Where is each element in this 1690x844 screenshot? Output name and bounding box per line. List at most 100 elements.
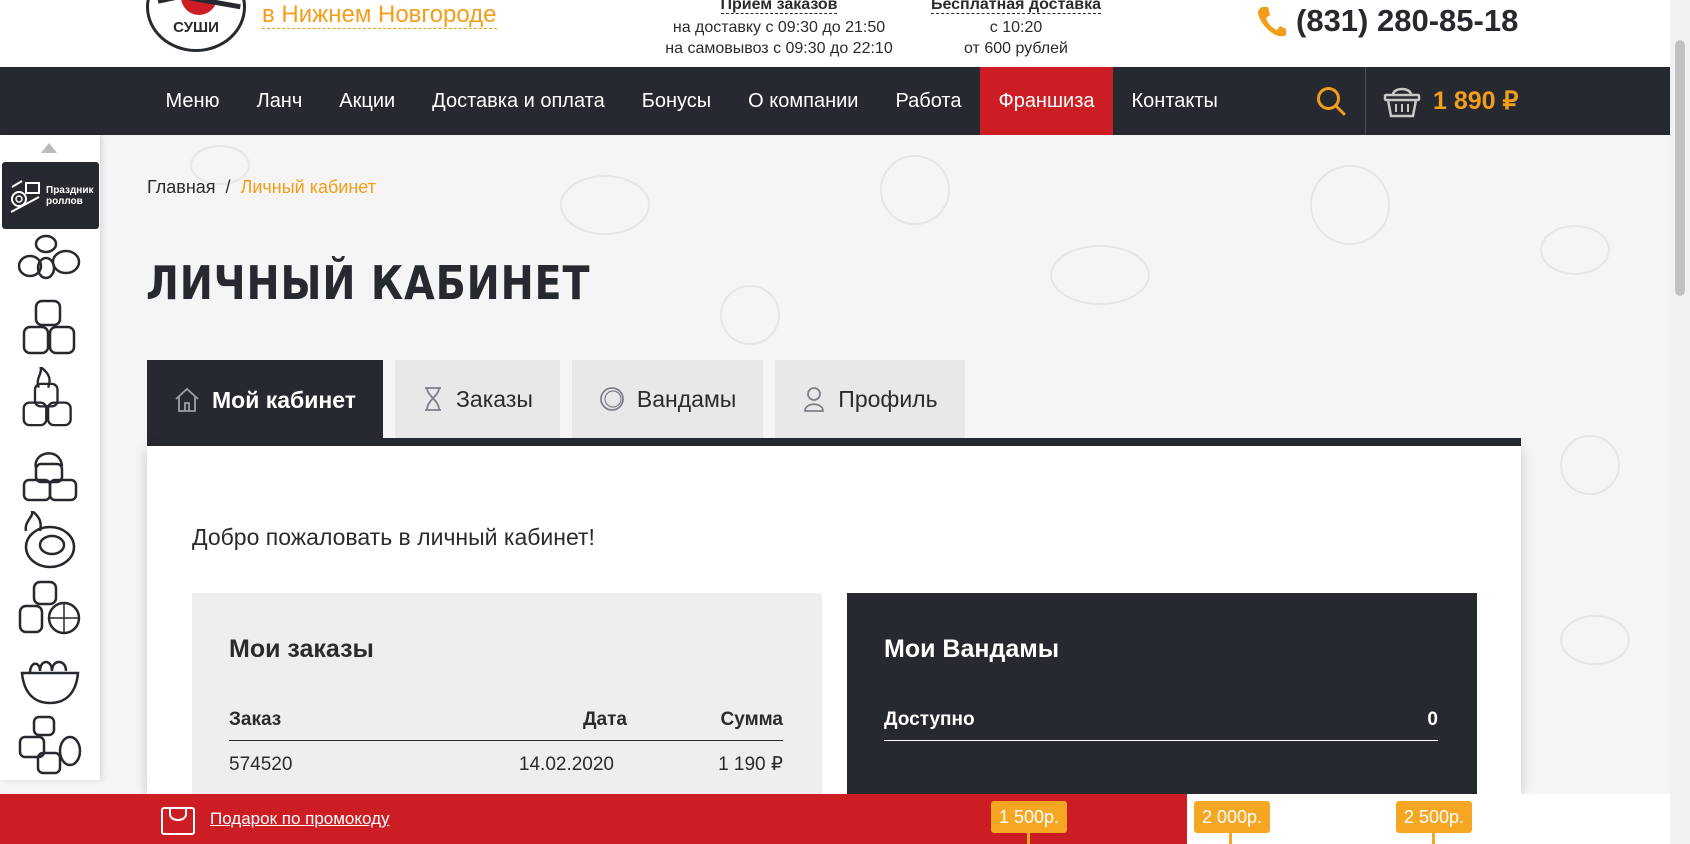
- nav-item-about[interactable]: О компании: [730, 67, 877, 135]
- nav-divider: [1365, 67, 1366, 135]
- tab-my-cabinet[interactable]: Мой кабинет: [147, 360, 384, 440]
- noodles-bowl-icon[interactable]: [16, 647, 84, 707]
- gift-threshold-1500[interactable]: 1 500р.: [991, 801, 1068, 833]
- my-wandams-block: Мои Вандамы Доступно 0: [847, 593, 1477, 823]
- gunkan-icon[interactable]: [16, 442, 84, 502]
- tab-my-cabinet-label: Мой кабинет: [212, 386, 357, 413]
- cart-button[interactable]: 1 890 ₽: [1383, 81, 1518, 121]
- page-title: ЛИЧНЫЙ КАБИНЕТ: [146, 256, 591, 310]
- gift-progress-bar: Подарок по промокоду 1 500р. 2 000р. 2 5…: [0, 794, 1670, 844]
- promo-code-gift-text: Подарок по промокоду: [210, 809, 390, 828]
- tabs-underline: [147, 438, 1521, 446]
- cart-amount: 1 890 ₽: [1433, 87, 1519, 115]
- basket-icon: [1383, 87, 1421, 118]
- user-icon: [804, 387, 825, 412]
- hourglass-icon: [425, 387, 442, 411]
- rolls-set-icon[interactable]: [16, 230, 84, 290]
- wandams-available-row: Доступно 0: [884, 709, 1438, 741]
- table-row[interactable]: 574520 14.02.2020 1 190 ₽: [229, 741, 783, 788]
- background-doodle: [720, 285, 780, 345]
- nav-item-lunch[interactable]: Ланч: [238, 67, 321, 135]
- phone-number[interactable]: (831) 280-85-18: [1256, 2, 1518, 40]
- tab-orders[interactable]: Заказы: [395, 360, 560, 438]
- threshold-tick: [1027, 833, 1030, 844]
- tab-wandams-label: Вандамы: [636, 385, 737, 412]
- my-orders-title: Мои заказы: [229, 635, 374, 663]
- phone-icon: [1258, 7, 1286, 37]
- nav-item-menu[interactable]: Меню: [147, 67, 238, 135]
- home-icon: [175, 387, 199, 412]
- phone-number-text: (831) 280-85-18: [1296, 3, 1519, 38]
- breadcrumb-home[interactable]: Главная: [147, 177, 216, 198]
- tab-profile-label: Профиль: [838, 385, 938, 412]
- fruit-rolls-icon[interactable]: [16, 580, 84, 640]
- breadcrumb-current: Личный кабинет: [240, 177, 376, 197]
- nav-item-delivery[interactable]: Доставка и оплата: [414, 67, 624, 135]
- background-doodle: [1050, 245, 1150, 305]
- background-doodle: [1540, 225, 1610, 275]
- gift-threshold-2500[interactable]: 2 500р.: [1396, 801, 1473, 833]
- nav-item-promotions[interactable]: Акции: [321, 67, 414, 135]
- cabinet-tabs: Мой кабинет Заказы Вандамы Профиль: [147, 360, 977, 440]
- site-logo[interactable]: СУШИ: [146, 0, 246, 52]
- order-hours: Прием заказов на доставку с 09:30 до 21:…: [656, 0, 902, 59]
- order-number[interactable]: 574520: [229, 754, 429, 776]
- site-header: СУШИ в Нижнем Новгороде Прием заказов на…: [0, 0, 1670, 67]
- nav-item-franchise[interactable]: Франшиза: [979, 67, 1113, 135]
- background-doodle: [1560, 615, 1630, 665]
- rail-promo-label: Праздник роллов: [46, 185, 94, 207]
- orders-header-date: Дата: [583, 709, 627, 730]
- wandams-available-value: 0: [1427, 709, 1438, 730]
- order-hours-delivery: на доставку с 09:30 до 21:50: [672, 19, 886, 36]
- nav-item-contacts[interactable]: Контакты: [1113, 67, 1236, 135]
- orders-header-order: Заказ: [229, 709, 282, 730]
- page-scrollbar[interactable]: [1670, 0, 1690, 844]
- roll-holiday-icon: [10, 179, 40, 213]
- free-delivery-info: Бесплатная доставка с 10:20 от 600 рубле…: [928, 0, 1104, 59]
- rail-scroll-up-icon[interactable]: [41, 143, 57, 153]
- orders-table: Заказ Дата Сумма 574520 14.02.2020 1 190…: [229, 709, 783, 788]
- order-hours-title[interactable]: Прием заказов: [720, 0, 838, 14]
- threshold-tick: [1229, 833, 1232, 844]
- background-doodle: [1560, 435, 1620, 495]
- city-selector[interactable]: в Нижнем Новгороде: [262, 2, 497, 29]
- free-delivery-title[interactable]: Бесплатная доставка: [930, 0, 1102, 14]
- baked-roll-icon[interactable]: [16, 511, 84, 571]
- promo-code-gift-link[interactable]: Подарок по промокоду: [160, 802, 390, 836]
- cabinet-panel: Добро пожаловать в личный кабинет! Мои з…: [147, 446, 1521, 823]
- background-doodle: [1310, 165, 1390, 245]
- tab-orders-label: Заказы: [456, 385, 533, 412]
- tab-wandams[interactable]: Вандамы: [571, 360, 764, 438]
- tab-profile[interactable]: Профиль: [775, 360, 965, 438]
- orders-header-sum: Сумма: [720, 709, 783, 730]
- welcome-message: Добро пожаловать в личный кабинет!: [192, 524, 595, 550]
- nav-item-jobs[interactable]: Работа: [877, 67, 980, 135]
- orders-table-header: Заказ Дата Сумма: [229, 709, 783, 741]
- order-date: 14.02.2020: [518, 753, 614, 775]
- nav-items: Меню Ланч Акции Доставка и оплата Бонусы…: [147, 67, 1236, 135]
- mini-rolls-icon[interactable]: [16, 715, 84, 775]
- logo-text: СУШИ: [173, 19, 219, 36]
- gift-bag-icon: [161, 807, 195, 835]
- wandams-available-label: Доступно: [884, 709, 975, 730]
- hot-rolls-icon[interactable]: [16, 367, 84, 427]
- order-hours-pickup: на самовывоз с 09:30 до 22:10: [665, 40, 893, 57]
- breadcrumb: Главная / Личный кабинет: [147, 177, 376, 198]
- category-rail: Праздник роллов: [0, 135, 100, 780]
- rail-promo-roll-holiday[interactable]: Праздник роллов: [2, 162, 99, 229]
- rail-promo-label-line2: роллов: [46, 195, 83, 207]
- nav-item-bonuses[interactable]: Бонусы: [623, 67, 729, 135]
- background-doodle: [560, 175, 650, 235]
- search-icon: [1317, 87, 1346, 116]
- my-wandams-title: Мои Вандамы: [884, 635, 1060, 663]
- main-nav: Меню Ланч Акции Доставка и оплата Бонусы…: [0, 67, 1670, 135]
- order-sum: 1 190 ₽: [718, 754, 783, 775]
- gift-threshold-2000[interactable]: 2 000р.: [1194, 801, 1271, 833]
- rolls-stack-icon[interactable]: [16, 298, 84, 358]
- background-doodle: [880, 155, 950, 225]
- search-button[interactable]: [1313, 83, 1349, 119]
- scrollbar-thumb[interactable]: [1675, 40, 1685, 296]
- my-orders-block: Мои заказы Заказ Дата Сумма 574520 14.02…: [192, 593, 822, 823]
- rail-promo-label-line1: Праздник: [46, 184, 94, 196]
- coin-icon: [600, 387, 624, 411]
